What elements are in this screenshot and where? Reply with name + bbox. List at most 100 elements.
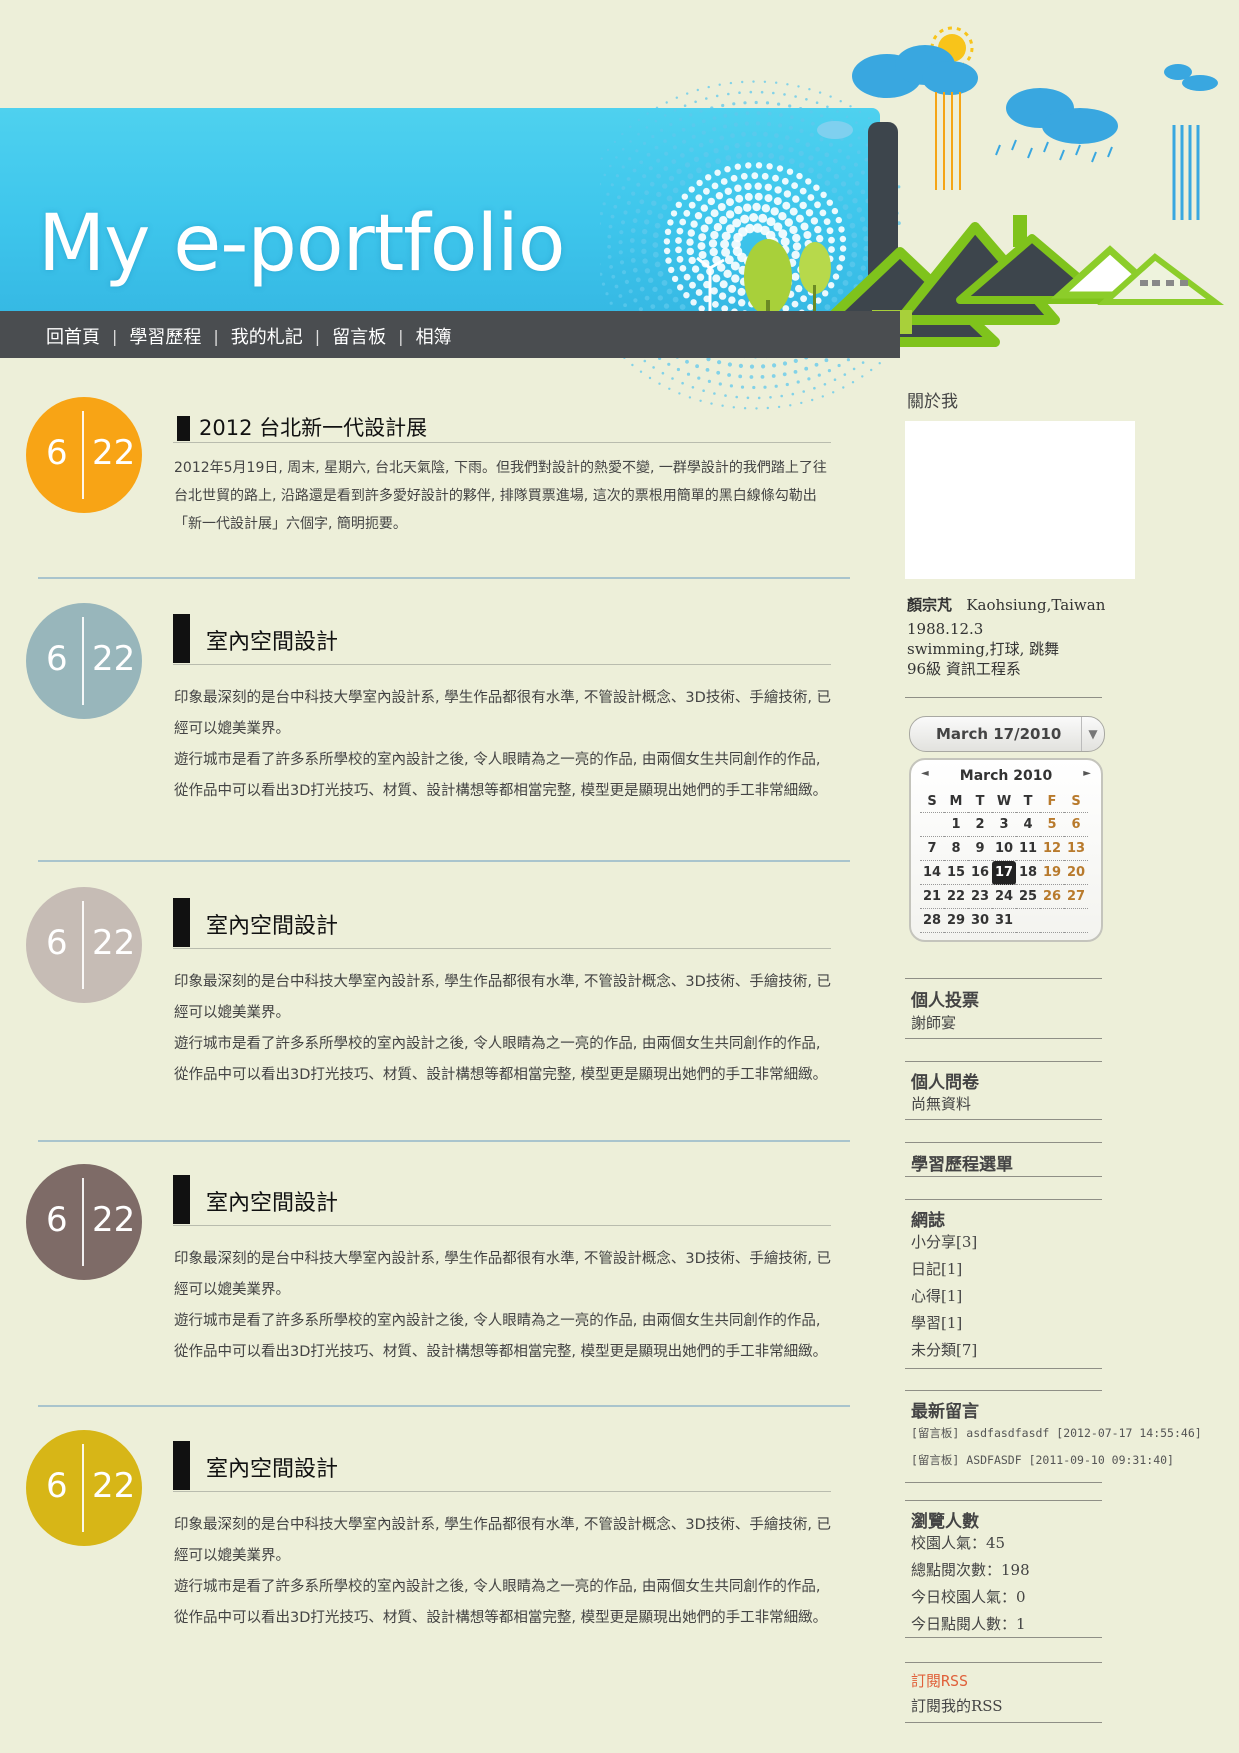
post-title[interactable]: 室內空間設計 xyxy=(206,624,338,656)
message-item[interactable]: [留言板] asdfasdfasdf [2012-07-17 14:55:46] xyxy=(911,1420,1202,1447)
site-title[interactable]: My e-portfolio xyxy=(38,205,566,283)
calendar-day[interactable]: 7 xyxy=(920,836,944,861)
sidebar-divider xyxy=(905,1119,1102,1120)
latest-messages-list: [留言板] asdfasdfasdf [2012-07-17 14:55:46]… xyxy=(911,1420,1202,1474)
calendar-day[interactable]: 26 xyxy=(1040,884,1064,909)
post-date-badge: 6 22 xyxy=(26,603,142,719)
calendar-day xyxy=(1016,908,1040,933)
post-paragraph: 印象最深刻的是台中科技大學室內設計系, 學生作品都很有水準, 不管設計概念、3D… xyxy=(174,1517,832,1564)
calendar-day xyxy=(920,812,944,837)
calendar-day[interactable]: 30 xyxy=(968,908,992,933)
profile-name: 顏宗芃 xyxy=(907,596,953,614)
sidebar-divider xyxy=(905,1199,1102,1200)
visitor-stats-list: 校園人氣：45 總點閱次數：198 今日校園人氣：0 今日點閱人數：1 xyxy=(911,1530,1030,1638)
calendar-day[interactable]: 21 xyxy=(920,884,944,909)
nav-guestbook[interactable]: 留言板 xyxy=(332,323,386,349)
rss-subscribe-link[interactable]: 訂閱我的RSS xyxy=(911,1693,1003,1720)
header-illustration xyxy=(600,26,1224,410)
date-select[interactable]: March 17/2010 ▼ xyxy=(909,716,1105,752)
calendar-day[interactable]: 14 xyxy=(920,860,944,885)
calendar-day[interactable]: 31 xyxy=(992,908,1016,933)
nav-album[interactable]: 相簿 xyxy=(416,323,452,349)
learning-menu-heading[interactable]: 學習歷程選單 xyxy=(911,1150,1013,1175)
rss-heading[interactable]: 訂閱RSS xyxy=(911,1670,968,1691)
nav-learning-history[interactable]: 學習歷程 xyxy=(129,323,201,349)
calendar-day[interactable]: 4 xyxy=(1016,812,1040,837)
calendar-day[interactable]: 8 xyxy=(944,836,968,861)
nav-separator: | xyxy=(314,326,321,346)
post-title[interactable]: 2012 台北新一代設計展 xyxy=(199,412,427,442)
calendar-day[interactable]: 12 xyxy=(1040,836,1064,861)
calendar-day[interactable]: 29 xyxy=(944,908,968,933)
blog-category-item[interactable]: 日記[1] xyxy=(911,1256,977,1283)
calendar-day[interactable]: 3 xyxy=(992,812,1016,837)
post-date-month: 6 xyxy=(46,923,68,963)
next-month-icon[interactable]: ► xyxy=(1083,768,1091,779)
calendar-day[interactable]: 16 xyxy=(968,860,992,885)
calendar-day[interactable]: 24 xyxy=(992,884,1016,909)
sidebar-divider xyxy=(905,697,1102,698)
calendar-day[interactable]: 19 xyxy=(1040,860,1064,885)
blog-category-item[interactable]: 心得[1] xyxy=(911,1283,977,1310)
calendar-day[interactable]: 22 xyxy=(944,884,968,909)
post-divider xyxy=(38,1405,850,1407)
sidebar-divider xyxy=(905,1637,1102,1638)
calendar-day xyxy=(1040,908,1064,933)
nav-notes[interactable]: 我的札記 xyxy=(231,323,303,349)
post-title[interactable]: 室內空間設計 xyxy=(206,908,338,940)
calendar-day[interactable]: 2 xyxy=(968,812,992,837)
blog-category-item[interactable]: 小分享[3] xyxy=(911,1229,977,1256)
blog-heading: 網誌 xyxy=(911,1211,945,1231)
calendar-day[interactable]: 28 xyxy=(920,908,944,933)
calendar-day[interactable]: 1 xyxy=(944,812,968,837)
post-date-day: 22 xyxy=(92,1466,136,1506)
post-date-month: 6 xyxy=(46,433,68,473)
calendar-day[interactable]: 11 xyxy=(1016,836,1040,861)
calendar-month-label: March 2010 xyxy=(959,768,1053,784)
sidebar-divider xyxy=(905,1142,1102,1143)
post-title[interactable]: 室內空間設計 xyxy=(206,1185,338,1217)
post-title-row: 2012 台北新一代設計展 xyxy=(173,402,831,443)
post-title[interactable]: 室內空間設計 xyxy=(206,1451,338,1483)
post-body: 2012年5月19日, 周末, 星期六, 台北天氣陰, 下雨。但我們對設計的熱愛… xyxy=(174,454,834,538)
nav-home[interactable]: 回首頁 xyxy=(46,323,100,349)
profile-location: Kaohsiung,Taiwan xyxy=(966,596,1106,614)
blog-category-item[interactable]: 學習[1] xyxy=(911,1310,977,1337)
post-paragraph: 印象最深刻的是台中科技大學室內設計系, 學生作品都很有水準, 不管設計概念、3D… xyxy=(174,690,832,737)
message-item[interactable]: [留言板] ASDFASDF [2011-09-10 09:31:40] xyxy=(911,1447,1202,1474)
sidebar-divider xyxy=(905,1482,1102,1483)
sidebar-divider xyxy=(905,1390,1102,1391)
post-title-row: 室內空間設計 xyxy=(173,1441,831,1492)
post-divider xyxy=(38,577,850,579)
post-date-badge: 6 22 xyxy=(26,887,142,1003)
survey-heading: 個人問卷 xyxy=(911,1073,979,1093)
sidebar-divider xyxy=(905,1061,1102,1062)
profile-birthday: 1988.12.3 xyxy=(907,620,984,638)
calendar-day[interactable]: 9 xyxy=(968,836,992,861)
vote-item[interactable]: 謝師宴 xyxy=(911,1010,956,1037)
blog-category-item[interactable]: 未分類[7] xyxy=(911,1337,977,1364)
post-date-badge: 6 22 xyxy=(26,1430,142,1546)
about-info: 顏宗芃 Kaohsiung,Taiwan 1988.12.3 swimming,… xyxy=(907,595,1147,679)
calendar-day[interactable]: 20 xyxy=(1064,860,1088,885)
post-body: 印象最深刻的是台中科技大學室內設計系, 學生作品都很有水準, 不管設計概念、3D… xyxy=(174,1244,834,1368)
main-navigation: 回首頁 | 學習歷程 | 我的札記 | 留言板 | 相簿 xyxy=(0,311,900,358)
calendar-day[interactable]: 6 xyxy=(1064,812,1088,837)
calendar-day[interactable]: 25 xyxy=(1016,884,1040,909)
post-body: 印象最深刻的是台中科技大學室內設計系, 學生作品都很有水準, 不管設計概念、3D… xyxy=(174,967,834,1091)
calendar-day[interactable]: 27 xyxy=(1064,884,1088,909)
calendar-day[interactable]: 5 xyxy=(1040,812,1064,837)
vote-heading: 個人投票 xyxy=(911,991,979,1011)
stat-item: 今日點閱人數：1 xyxy=(911,1615,1026,1633)
stat-item: 今日校園人氣：0 xyxy=(911,1588,1026,1606)
calendar-day[interactable]: 13 xyxy=(1064,836,1088,861)
post-body: 印象最深刻的是台中科技大學室內設計系, 學生作品都很有水準, 不管設計概念、3D… xyxy=(174,683,834,807)
calendar-day[interactable]: 15 xyxy=(944,860,968,885)
calendar-day[interactable]: 23 xyxy=(968,884,992,909)
calendar-day[interactable]: 10 xyxy=(992,836,1016,861)
calendar-day[interactable]: 17 xyxy=(992,860,1016,885)
post-date-month: 6 xyxy=(46,1200,68,1240)
chevron-down-icon[interactable]: ▼ xyxy=(1081,717,1104,751)
date-select-value: March 17/2010 xyxy=(936,725,1062,743)
calendar-day[interactable]: 18 xyxy=(1016,860,1040,885)
